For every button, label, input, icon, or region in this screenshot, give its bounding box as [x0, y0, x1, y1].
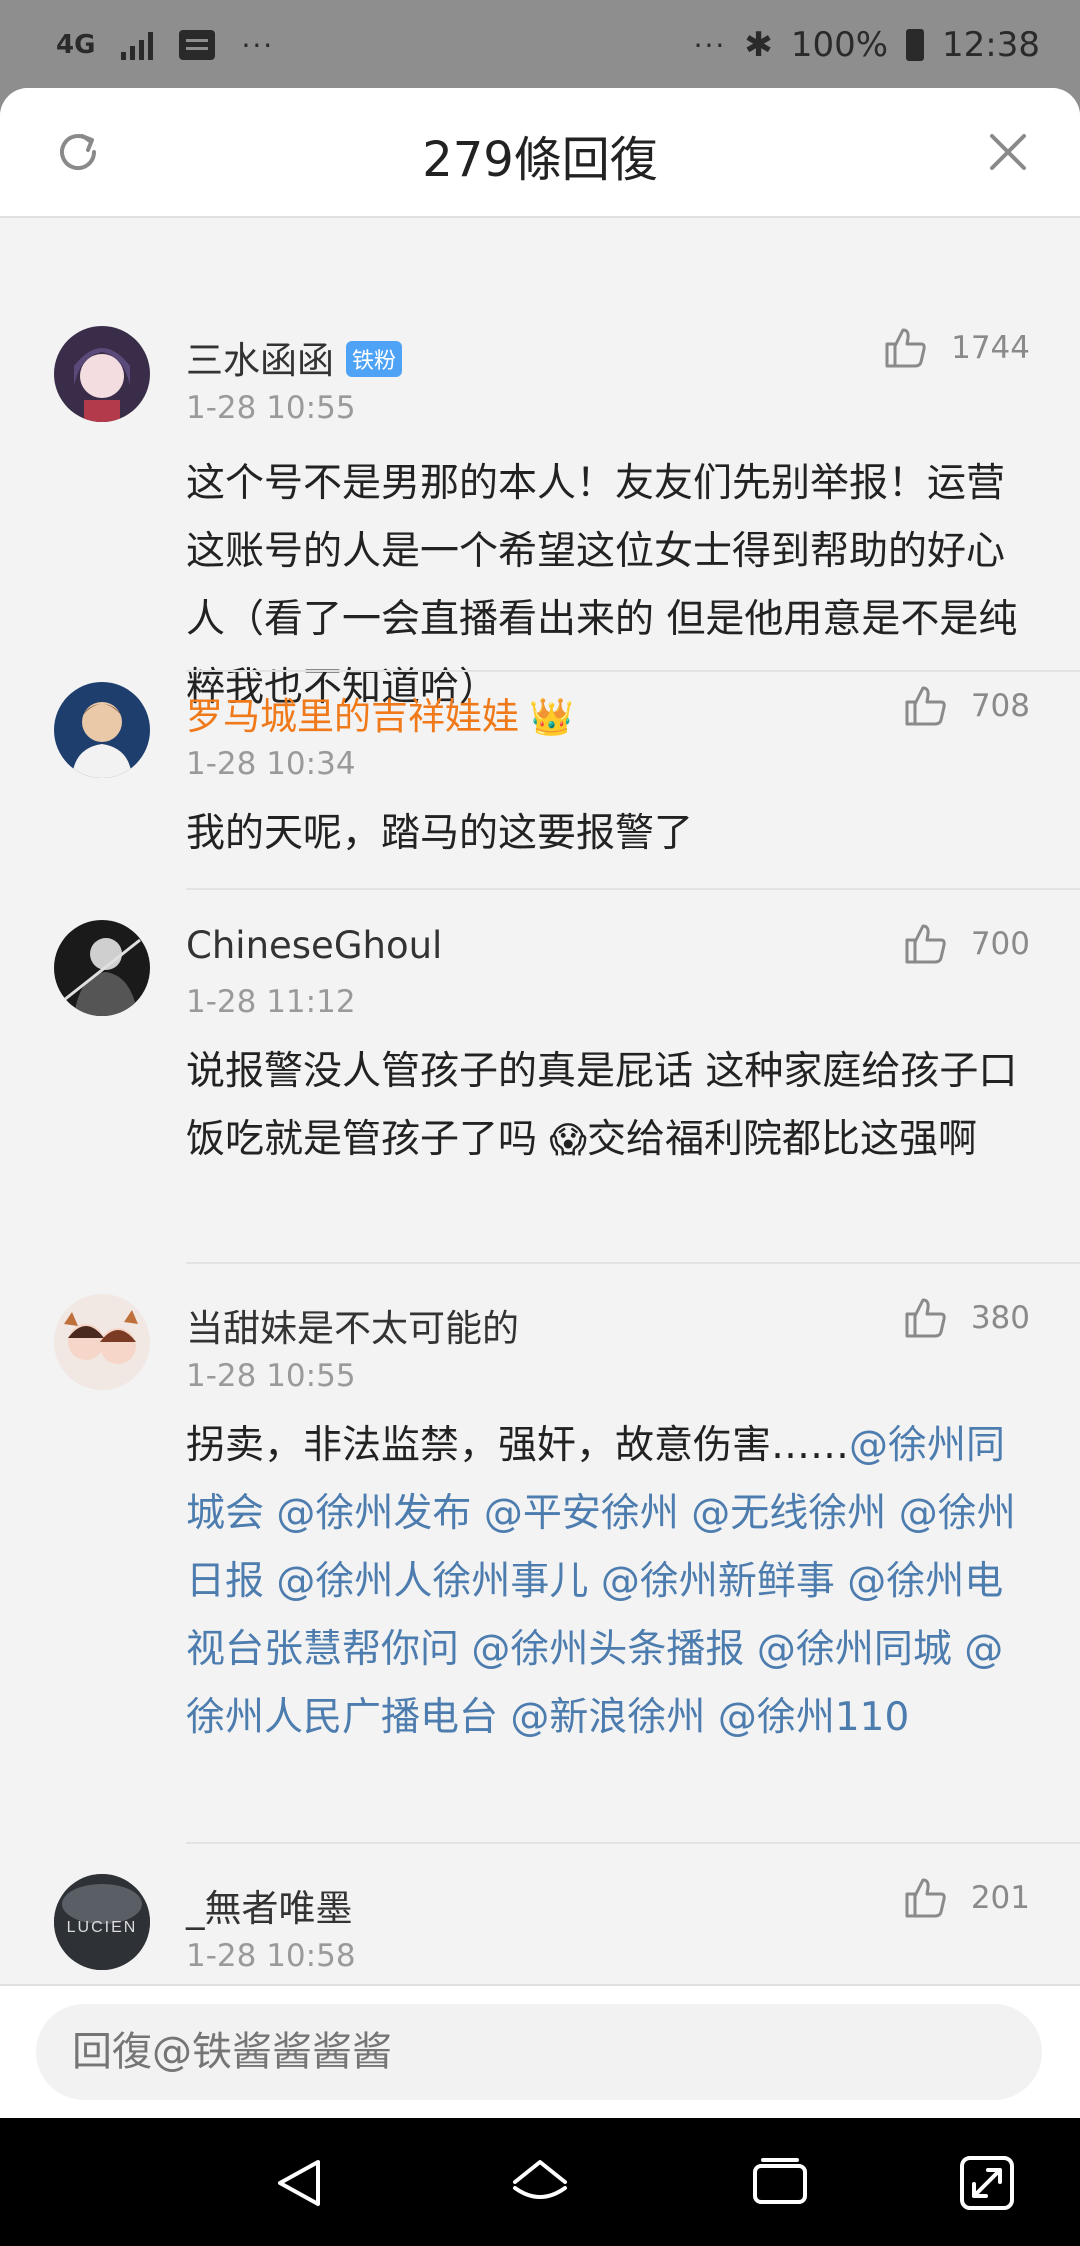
more-status-icon: ··· [693, 28, 727, 62]
avatar[interactable]: LUCIEN [54, 1874, 150, 1970]
comments-sheet: 279條回復 三水函函 铁粉 1-28 10:55 1744 这个号不是男那的本人… [0, 88, 1080, 2118]
username[interactable]: _無者唯墨 [186, 1878, 353, 1932]
avatar[interactable] [54, 326, 150, 422]
battery-icon [906, 29, 925, 61]
comment-item: 三水函函 铁粉 1-28 10:55 1744 这个号不是男那的本人！友友们先别举… [0, 238, 1080, 710]
username[interactable]: 罗马城里的吉祥娃娃 👑 [186, 686, 574, 740]
crown-icon: 👑 [529, 697, 574, 738]
bluetooth-icon: ✱ [744, 25, 773, 65]
back-icon[interactable] [266, 2148, 336, 2218]
more-notifications-icon: ··· [241, 28, 275, 62]
comment-text: 说报警没人管孩子的真是屁话 这种家庭给孩子口饭吃就是管孩子了吗 😱交给福利院都比… [186, 1038, 1036, 1175]
mention-link[interactable]: @徐州同城 [757, 1627, 952, 1672]
home-icon[interactable] [505, 2148, 575, 2218]
comment-text-part: 交给福利院都比这强啊 [586, 1117, 977, 1162]
mention-link[interactable]: @平安徐州 [484, 1491, 679, 1536]
like-count: 708 [970, 688, 1030, 724]
timestamp: 1-28 10:55 [186, 1358, 356, 1394]
comment-text-part: 拐卖，非法监禁，强奸，故意伤害…… [186, 1423, 850, 1468]
timestamp: 1-28 10:58 [186, 1938, 356, 1974]
sheet-header: 279條回復 [0, 88, 1080, 218]
like-button[interactable]: 1744 [881, 324, 1030, 372]
reply-input[interactable] [36, 2004, 1042, 2100]
like-button[interactable]: 700 [901, 920, 1030, 968]
timestamp: 1-28 11:12 [186, 984, 356, 1020]
divider [186, 888, 1080, 890]
comment-item: 当甜妹是不太可能的 1-28 10:55 380 拐卖，非法监禁，强奸，故意伤害… [0, 1294, 1080, 1854]
divider [186, 1262, 1080, 1264]
reply-bar [0, 1984, 1080, 2118]
divider [186, 1842, 1080, 1844]
like-count: 380 [970, 1300, 1030, 1336]
system-nav-bar [0, 2118, 1080, 2246]
mention-link[interactable]: @徐州人徐州事儿 [276, 1559, 588, 1604]
mention-link[interactable]: @无线徐州 [691, 1491, 886, 1536]
fan-badge: 铁粉 [346, 340, 403, 377]
network-type: 4G [56, 30, 96, 60]
timestamp: 1-28 10:55 [186, 390, 356, 426]
mention-link[interactable]: @徐州新鲜事 [601, 1559, 835, 1604]
like-count: 700 [970, 926, 1030, 962]
mention-link[interactable]: @徐州头条播报 [471, 1627, 744, 1672]
status-bar: 4G ··· ··· ✱ 100% 12:38 [0, 0, 1080, 88]
username[interactable]: 三水函函 铁粉 [186, 330, 403, 384]
comment-text: 拐卖，非法监禁，强奸，故意伤害……@徐州同城会 @徐州发布 @平安徐州 @无线徐… [186, 1412, 1036, 1752]
mention-link[interactable]: @徐州110 [718, 1695, 909, 1740]
close-icon[interactable] [984, 128, 1032, 176]
recent-apps-icon[interactable] [745, 2148, 815, 2218]
mention-link[interactable]: @徐州发布 [276, 1491, 471, 1536]
expand-icon[interactable] [952, 2148, 1022, 2218]
thumbs-up-icon [885, 328, 926, 368]
thumbs-up-icon [905, 1298, 946, 1338]
like-count: 201 [970, 1880, 1030, 1916]
username[interactable]: ChineseGhoul [186, 924, 442, 967]
comment-item: ChineseGhoul 1-28 11:12 700 说报警没人管孩子的真是屁… [0, 920, 1080, 1320]
clock: 12:38 [942, 25, 1040, 65]
comment-text: 我的天呢，踏马的这要报警了 [186, 811, 694, 856]
battery-percent: 100% [790, 25, 889, 65]
like-button[interactable]: 708 [901, 682, 1030, 730]
signal-icon [121, 30, 154, 60]
avatar[interactable] [54, 920, 150, 1016]
thumbs-up-icon [905, 924, 946, 964]
message-icon [179, 30, 216, 60]
mention-link[interactable]: @新浪徐州 [510, 1695, 705, 1740]
timestamp: 1-28 10:34 [186, 746, 356, 782]
like-button[interactable]: 380 [901, 1294, 1030, 1342]
avatar-text: LUCIEN [67, 1919, 138, 1936]
avatar[interactable] [54, 682, 150, 778]
sheet-title: 279條回復 [422, 132, 658, 188]
like-count: 1744 [951, 330, 1030, 366]
scream-emoji-icon: 😱 [549, 1120, 587, 1161]
divider [186, 670, 1080, 672]
like-button[interactable]: 201 [901, 1874, 1030, 1922]
username[interactable]: 当甜妹是不太可能的 [186, 1298, 519, 1352]
thumbs-up-icon [905, 1878, 946, 1918]
thumbs-up-icon [905, 686, 946, 726]
avatar[interactable] [54, 1294, 150, 1390]
